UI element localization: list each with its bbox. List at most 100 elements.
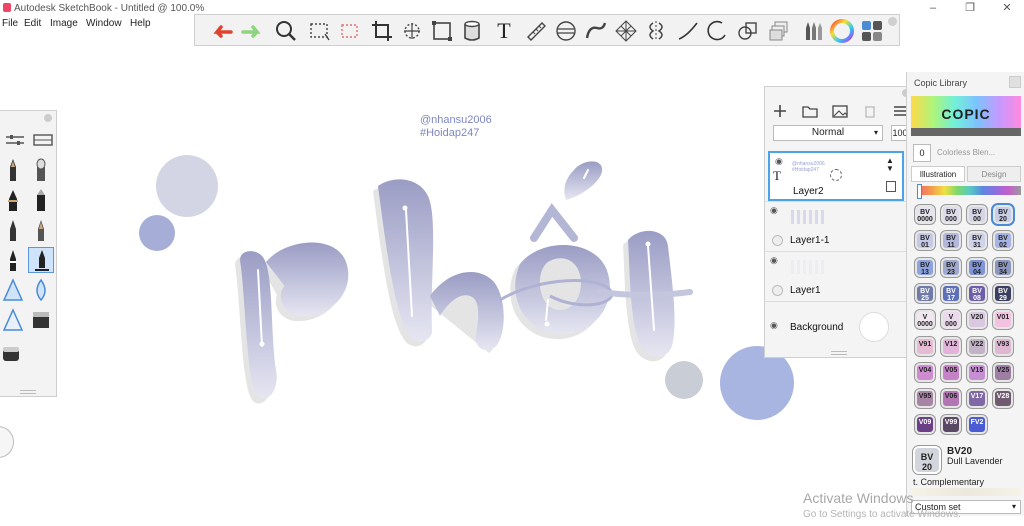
- copic-banner-handle[interactable]: [911, 128, 1021, 136]
- delete-layer-icon[interactable]: [861, 103, 879, 119]
- letter-o-acute: [564, 161, 603, 200]
- copic-swatch[interactable]: BV 23: [941, 257, 961, 277]
- activate-windows-watermark: Activate Windows: [803, 490, 914, 506]
- layer-name: Layer1-1: [790, 235, 830, 246]
- layer-thumbnail: [791, 210, 827, 224]
- letter-t-cross: [597, 289, 693, 298]
- copic-swatch[interactable]: V06: [941, 389, 961, 409]
- copic-swatch[interactable]: V25: [993, 362, 1013, 382]
- complementary-label: t. Complementary: [913, 477, 985, 487]
- credit-line-2: #Hoidap247: [420, 127, 480, 139]
- layer-item-layer2[interactable]: ◉ T @nhansu2006 #Hoidap247 Layer2 ▲ ▼: [768, 151, 904, 201]
- copic-swatch[interactable]: BV 08: [967, 283, 987, 303]
- letter-o-circumflex: [530, 203, 578, 242]
- copic-tabs: Illustration Design: [911, 166, 1021, 182]
- layer-select-radio[interactable]: [772, 235, 783, 246]
- layer-reorder-icon[interactable]: ▲ ▼: [886, 157, 894, 173]
- add-layer-icon[interactable]: [771, 103, 789, 119]
- activate-windows-subtext: Go to Settings to activate Windows.: [803, 509, 961, 520]
- canvas-credit-text: @nhansu2006 #Hoidap247: [420, 114, 492, 140]
- layer-item-layer1-1[interactable]: ◉ Layer1-1: [765, 201, 913, 252]
- credit-line-1: @nhansu2006: [420, 114, 492, 126]
- hue-strip-marker[interactable]: [917, 184, 922, 199]
- copic-swatch[interactable]: V 0000: [915, 310, 935, 330]
- tab-design[interactable]: Design: [967, 166, 1021, 182]
- chevron-down-icon: ▾: [873, 128, 878, 137]
- highlight-dot: [544, 321, 550, 327]
- copic-swatch[interactable]: V09: [915, 415, 935, 435]
- colorless-blender-row[interactable]: 0 Colorless Blen...: [911, 142, 1021, 162]
- add-group-icon[interactable]: [801, 103, 819, 119]
- chevron-down-icon: ▾: [1011, 502, 1016, 511]
- copic-swatch[interactable]: V05: [941, 362, 961, 382]
- copic-logo: COPIC: [941, 106, 991, 122]
- background-color-thumbnail[interactable]: [859, 312, 889, 342]
- copic-swatch[interactable]: BV 11: [941, 231, 961, 251]
- layer-name: Layer2: [793, 186, 824, 197]
- circle-small-blue: [139, 215, 175, 251]
- colorless-blender-label: Colorless Blen...: [937, 148, 996, 157]
- layer-lock-icon[interactable]: [886, 181, 896, 192]
- copic-swatch[interactable]: FV2: [967, 415, 987, 435]
- complementary-strip[interactable]: [911, 488, 1021, 496]
- layer-thumbnail: @nhansu2006 #Hoidap247: [792, 161, 825, 173]
- copic-swatch[interactable]: BV 0000: [915, 205, 935, 224]
- copic-swatch[interactable]: BV 34: [993, 257, 1013, 277]
- copic-close-button[interactable]: [1009, 76, 1021, 88]
- add-image-icon[interactable]: [831, 103, 849, 119]
- loading-spinner-icon: [830, 169, 842, 181]
- layer-item-background[interactable]: ◉ Background: [765, 301, 913, 352]
- copic-swatch[interactable]: V28: [993, 389, 1013, 409]
- blend-mode-value: Normal: [811, 127, 845, 138]
- copic-swatch[interactable]: V95: [915, 389, 935, 409]
- copic-swatch[interactable]: BV 25: [915, 283, 935, 303]
- layer-editor-resize-handle[interactable]: [831, 351, 847, 355]
- copic-library-title: Copic Library: [914, 78, 968, 88]
- colorless-blender-swatch[interactable]: 0: [913, 144, 931, 162]
- layer-editor: Normal ▾ 100 ◉ T @nhansu2006 #Hoidap247 La…: [764, 86, 914, 358]
- copic-swatch[interactable]: BV 02: [993, 231, 1013, 251]
- text-layer-icon: T: [773, 168, 781, 183]
- copic-swatch[interactable]: BV 04: [967, 257, 987, 277]
- copic-library-panel: Copic Library COPIC 0 Colorless Blen... …: [906, 72, 1024, 516]
- copic-swatch[interactable]: V93: [993, 336, 1013, 356]
- current-color-swatch[interactable]: BV 20: [913, 446, 941, 474]
- copic-swatch[interactable]: V22: [967, 336, 987, 356]
- copic-swatch[interactable]: BV 000: [941, 205, 961, 224]
- copic-swatch[interactable]: BV 20: [993, 205, 1013, 224]
- copic-hue-strip[interactable]: [919, 186, 1021, 195]
- tab-illustration[interactable]: Illustration: [911, 166, 965, 182]
- layer-item-layer1[interactable]: ◉ Layer1: [765, 251, 913, 302]
- highlight-dot: [402, 205, 408, 211]
- layer-name: Background: [790, 322, 844, 333]
- copic-swatch[interactable]: BV 00: [967, 205, 987, 224]
- copic-swatch[interactable]: BV 17: [941, 283, 961, 303]
- copic-swatch[interactable]: V04: [915, 362, 935, 382]
- copic-swatch[interactable]: V91: [915, 336, 935, 356]
- copic-swatch[interactable]: V12: [941, 336, 961, 356]
- eye-icon[interactable]: ◉: [770, 205, 778, 216]
- copic-swatch[interactable]: V20: [967, 310, 987, 330]
- eye-icon[interactable]: ◉: [770, 320, 778, 331]
- layer-name: Layer1: [790, 285, 821, 296]
- copic-swatch[interactable]: V 000: [941, 310, 961, 330]
- layer-select-radio[interactable]: [772, 285, 783, 296]
- copic-swatch[interactable]: V01: [993, 310, 1013, 330]
- highlight-dot: [645, 241, 651, 247]
- copic-swatch[interactable]: BV 31: [967, 231, 987, 251]
- circle-gray: [665, 361, 703, 399]
- eye-icon[interactable]: ◉: [775, 156, 783, 167]
- copic-swatch[interactable]: V15: [967, 362, 987, 382]
- current-color-name: Dull Lavender: [947, 456, 1003, 466]
- copic-logo-banner: COPIC: [911, 96, 1021, 136]
- copic-swatch[interactable]: BV 29: [993, 283, 1013, 303]
- highlight-dot: [259, 341, 265, 347]
- copic-swatch[interactable]: BV 01: [915, 231, 935, 251]
- layer-thumbnail: [791, 260, 827, 274]
- copic-swatch[interactable]: BV 13: [915, 257, 935, 277]
- copic-swatch[interactable]: V17: [967, 389, 987, 409]
- blend-mode-dropdown[interactable]: Normal ▾: [773, 125, 883, 141]
- eye-icon[interactable]: ◉: [770, 255, 778, 266]
- copic-swatch[interactable]: V99: [941, 415, 961, 435]
- circle-light: [156, 155, 218, 217]
